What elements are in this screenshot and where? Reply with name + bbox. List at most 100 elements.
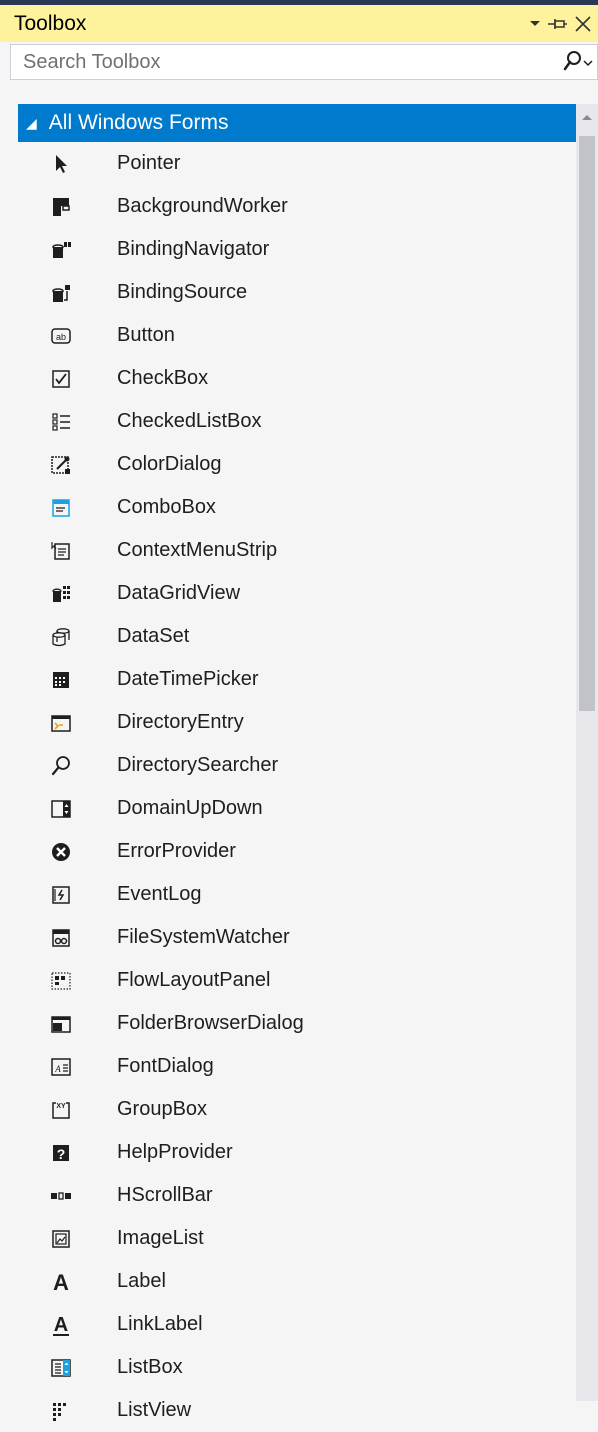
toolbox-item-directoryentry[interactable]: DirectoryEntry xyxy=(10,701,576,744)
toolbox-item-label: BindingNavigator xyxy=(117,238,270,260)
toolbox-item-label: BackgroundWorker xyxy=(117,195,288,217)
toolbox-title-bar[interactable]: Toolbox xyxy=(0,5,598,42)
hscrollbar-icon xyxy=(48,1183,74,1209)
combobox-icon xyxy=(48,495,74,521)
data-grid-view-icon xyxy=(48,581,74,607)
svg-text:A: A xyxy=(54,1314,68,1336)
checked-list-box-icon xyxy=(48,409,74,435)
label-icon: A xyxy=(48,1269,74,1295)
button-icon: ab xyxy=(48,323,74,349)
vertical-scrollbar[interactable] xyxy=(576,104,598,1401)
toolbox-item-label: DirectorySearcher xyxy=(117,754,279,776)
toolbox-item-label: FileSystemWatcher xyxy=(117,926,290,948)
binding-navigator-icon xyxy=(48,237,74,263)
toolbox-item-helpprovider[interactable]: ? HelpProvider xyxy=(10,1131,576,1174)
toolbox-item-bindingsource[interactable]: BindingSource xyxy=(10,271,576,314)
auto-hide-pin-icon[interactable] xyxy=(546,9,568,39)
toolbox-item-label: ListBox xyxy=(117,1356,183,1378)
toolbox-item-directorysearcher[interactable]: DirectorySearcher xyxy=(10,744,576,787)
toolbox-item-label[interactable]: A Label xyxy=(10,1260,576,1303)
chevron-down-icon xyxy=(583,54,593,72)
listbox-icon xyxy=(48,1355,74,1381)
scrollbar-thumb[interactable] xyxy=(579,136,595,711)
toolbox-item-dataset[interactable]: DataSet xyxy=(10,615,576,658)
toolbox-item-colordialog[interactable]: ColorDialog xyxy=(10,443,576,486)
group-label: All Windows Forms xyxy=(48,111,229,134)
binding-source-icon xyxy=(48,280,74,306)
group-box-icon: XY xyxy=(48,1097,74,1123)
toolbox-item-label: DataSet xyxy=(117,625,190,647)
toolbox-item-label: LinkLabel xyxy=(117,1313,203,1335)
toolbox-item-label: ErrorProvider xyxy=(117,840,236,862)
toolbox-item-filesystemwatcher[interactable]: FileSystemWatcher xyxy=(10,916,576,959)
toolbox-item-backgroundworker[interactable]: BackgroundWorker xyxy=(10,185,576,228)
toolbox-item-label: ComboBox xyxy=(117,496,216,518)
color-dialog-icon xyxy=(48,452,74,478)
toolbox-item-combobox[interactable]: ComboBox xyxy=(10,486,576,529)
toolbox-item-checkbox[interactable]: CheckBox xyxy=(10,357,576,400)
close-icon[interactable] xyxy=(568,9,598,39)
toolbox-item-button[interactable]: ab Button xyxy=(10,314,576,357)
toolbox-item-errorprovider[interactable]: ErrorProvider xyxy=(10,830,576,873)
toolbox-item-folderbrowserdialog[interactable]: FolderBrowserDialog xyxy=(10,1002,576,1045)
toolbox-item-label: DirectoryEntry xyxy=(117,711,244,733)
group-header-all-windows-forms[interactable]: ◢ All Windows Forms xyxy=(18,104,576,142)
title-controls xyxy=(524,5,598,42)
event-log-icon xyxy=(48,882,74,908)
toolbox-item-bindingnavigator[interactable]: BindingNavigator xyxy=(10,228,576,271)
toolbox-item-checkedlistbox[interactable]: CheckedListBox xyxy=(10,400,576,443)
toolbox-item-listbox[interactable]: ListBox xyxy=(10,1346,576,1389)
toolbox-item-hscrollbar[interactable]: HScrollBar xyxy=(10,1174,576,1217)
svg-text:XY: XY xyxy=(56,1103,66,1110)
date-time-picker-icon xyxy=(48,667,74,693)
search-box xyxy=(10,44,598,80)
toolbox-item-label: FolderBrowserDialog xyxy=(117,1012,304,1034)
toolbox-item-label: FlowLayoutPanel xyxy=(117,969,271,991)
dataset-icon xyxy=(48,624,74,650)
toolbox-item-linklabel[interactable]: A LinkLabel xyxy=(10,1303,576,1346)
file-system-watcher-icon xyxy=(48,925,74,951)
domain-up-down-icon xyxy=(48,796,74,822)
toolbox-item-label: ImageList xyxy=(117,1227,204,1249)
toolbox-item-label: DateTimePicker xyxy=(117,668,259,690)
font-dialog-icon: A xyxy=(48,1054,74,1080)
toolbox-item-label: HScrollBar xyxy=(117,1184,213,1206)
search-input[interactable] xyxy=(23,50,543,74)
toolbox-item-groupbox[interactable]: XY GroupBox xyxy=(10,1088,576,1131)
expanded-triangle-icon: ◢ xyxy=(26,114,37,131)
flow-layout-panel-icon xyxy=(48,968,74,994)
directory-searcher-icon xyxy=(48,753,74,779)
toolbox-item-label: HelpProvider xyxy=(117,1141,233,1163)
error-provider-icon xyxy=(48,839,74,865)
directory-entry-icon xyxy=(48,710,74,736)
toolbox-item-label: BindingSource xyxy=(117,281,248,303)
toolbox-item-label: FontDialog xyxy=(117,1055,214,1077)
toolbox-item-label: Button xyxy=(117,324,175,346)
toolbox-item-domainupdown[interactable]: DomainUpDown xyxy=(10,787,576,830)
toolbox-item-datagridview[interactable]: DataGridView xyxy=(10,572,576,615)
toolbox-item-label: GroupBox xyxy=(117,1098,208,1120)
image-list-icon xyxy=(48,1226,74,1252)
window-position-dropdown-icon[interactable] xyxy=(524,9,546,39)
toolbox-item-datetimepicker[interactable]: DateTimePicker xyxy=(10,658,576,701)
toolbox-item-label: ColorDialog xyxy=(117,453,222,475)
toolbox-item-fontdialog[interactable]: A FontDialog xyxy=(10,1045,576,1088)
background-worker-icon xyxy=(48,194,74,220)
listview-icon xyxy=(48,1398,74,1424)
search-options-button[interactable] xyxy=(563,49,593,77)
link-label-icon: A xyxy=(48,1312,74,1338)
toolbox-item-eventlog[interactable]: EventLog xyxy=(10,873,576,916)
toolbox-item-label: DataGridView xyxy=(117,582,241,604)
window-title: Toolbox xyxy=(14,11,87,35)
toolbox-item-listview[interactable]: ListView xyxy=(10,1389,576,1432)
toolbox-item-contextmenustrip[interactable]: ContextMenuStrip xyxy=(10,529,576,572)
toolbox-item-imagelist[interactable]: ImageList xyxy=(10,1217,576,1260)
help-provider-icon: ? xyxy=(48,1140,74,1166)
toolbox-item-label: Pointer xyxy=(117,152,181,174)
toolbox-item-label: EventLog xyxy=(117,883,202,905)
toolbox-item-pointer[interactable]: Pointer xyxy=(10,142,576,185)
svg-text:ab: ab xyxy=(56,332,66,342)
scroll-up-arrow-icon[interactable] xyxy=(578,112,596,126)
svg-text:A: A xyxy=(53,1270,69,1295)
toolbox-item-flowlayoutpanel[interactable]: FlowLayoutPanel xyxy=(10,959,576,1002)
